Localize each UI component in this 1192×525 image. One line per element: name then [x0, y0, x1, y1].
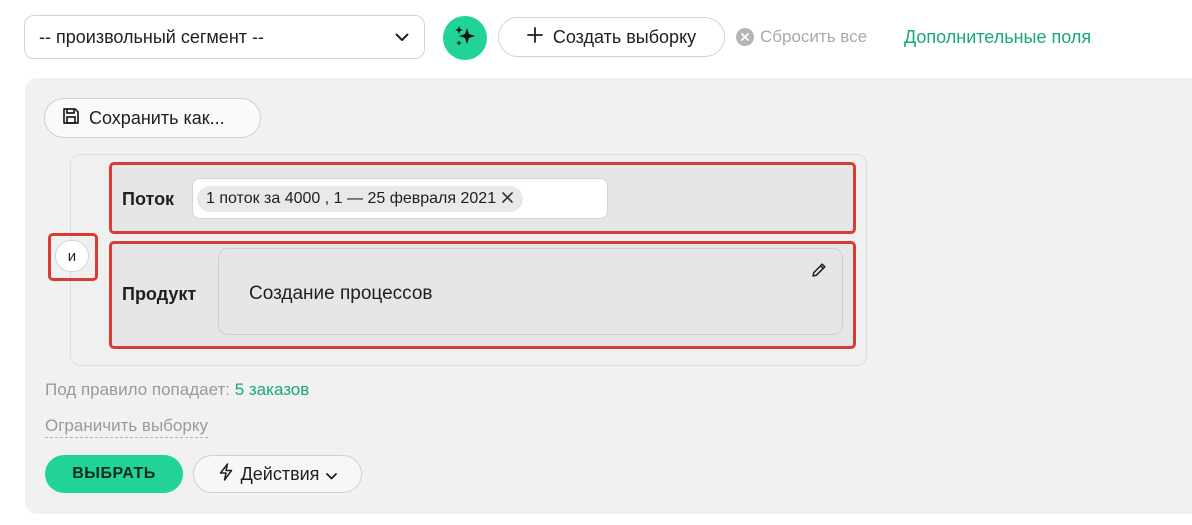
- save-as-button[interactable]: Сохранить как...: [44, 98, 261, 138]
- reset-all-label: Сбросить все: [760, 27, 868, 46]
- sparkles-icon: [452, 23, 478, 54]
- create-selection-button[interactable]: Создать выборку: [498, 17, 725, 57]
- select-button[interactable]: ВЫБРАТЬ: [45, 455, 183, 493]
- limit-selection-link[interactable]: Ограничить выборку: [45, 416, 208, 438]
- rule-label-flow: Поток: [122, 189, 175, 209]
- actions-label: Действия: [240, 463, 320, 484]
- create-selection-label: Создать выборку: [552, 26, 697, 47]
- logic-operator-toggle[interactable]: и: [55, 240, 89, 272]
- rule-count: Под правило попадает: 5 заказов: [45, 380, 309, 400]
- plus-icon: [526, 25, 543, 47]
- flow-tag-label: 1 поток за 4000 , 1 — 25 февраля 2021: [206, 190, 497, 207]
- segment-select[interactable]: -- произвольный сегмент --: [24, 15, 425, 59]
- close-circle-icon: [736, 28, 754, 46]
- save-as-label: Сохранить как...: [89, 107, 225, 128]
- rule-label-product: Продукт: [122, 284, 197, 304]
- close-icon[interactable]: [502, 190, 513, 208]
- product-value: Создание процессов: [249, 283, 433, 304]
- pencil-icon[interactable]: [810, 261, 828, 279]
- rule-count-label: Под правило попадает:: [45, 380, 230, 399]
- lightning-icon: [218, 462, 234, 486]
- rule-count-value[interactable]: 5 заказов: [235, 380, 310, 399]
- chevron-down-icon: [394, 29, 410, 45]
- ai-button[interactable]: [443, 16, 487, 60]
- extra-fields-link[interactable]: Дополнительные поля: [904, 27, 1091, 48]
- chevron-down-icon: [326, 464, 338, 485]
- actions-dropdown-button[interactable]: Действия: [193, 455, 362, 493]
- reset-all-button[interactable]: Сбросить все: [736, 27, 867, 47]
- segment-select-value: -- произвольный сегмент --: [39, 26, 264, 47]
- flow-tag: 1 поток за 4000 , 1 — 25 февраля 2021: [197, 186, 524, 212]
- floppy-disk-icon: [61, 106, 81, 131]
